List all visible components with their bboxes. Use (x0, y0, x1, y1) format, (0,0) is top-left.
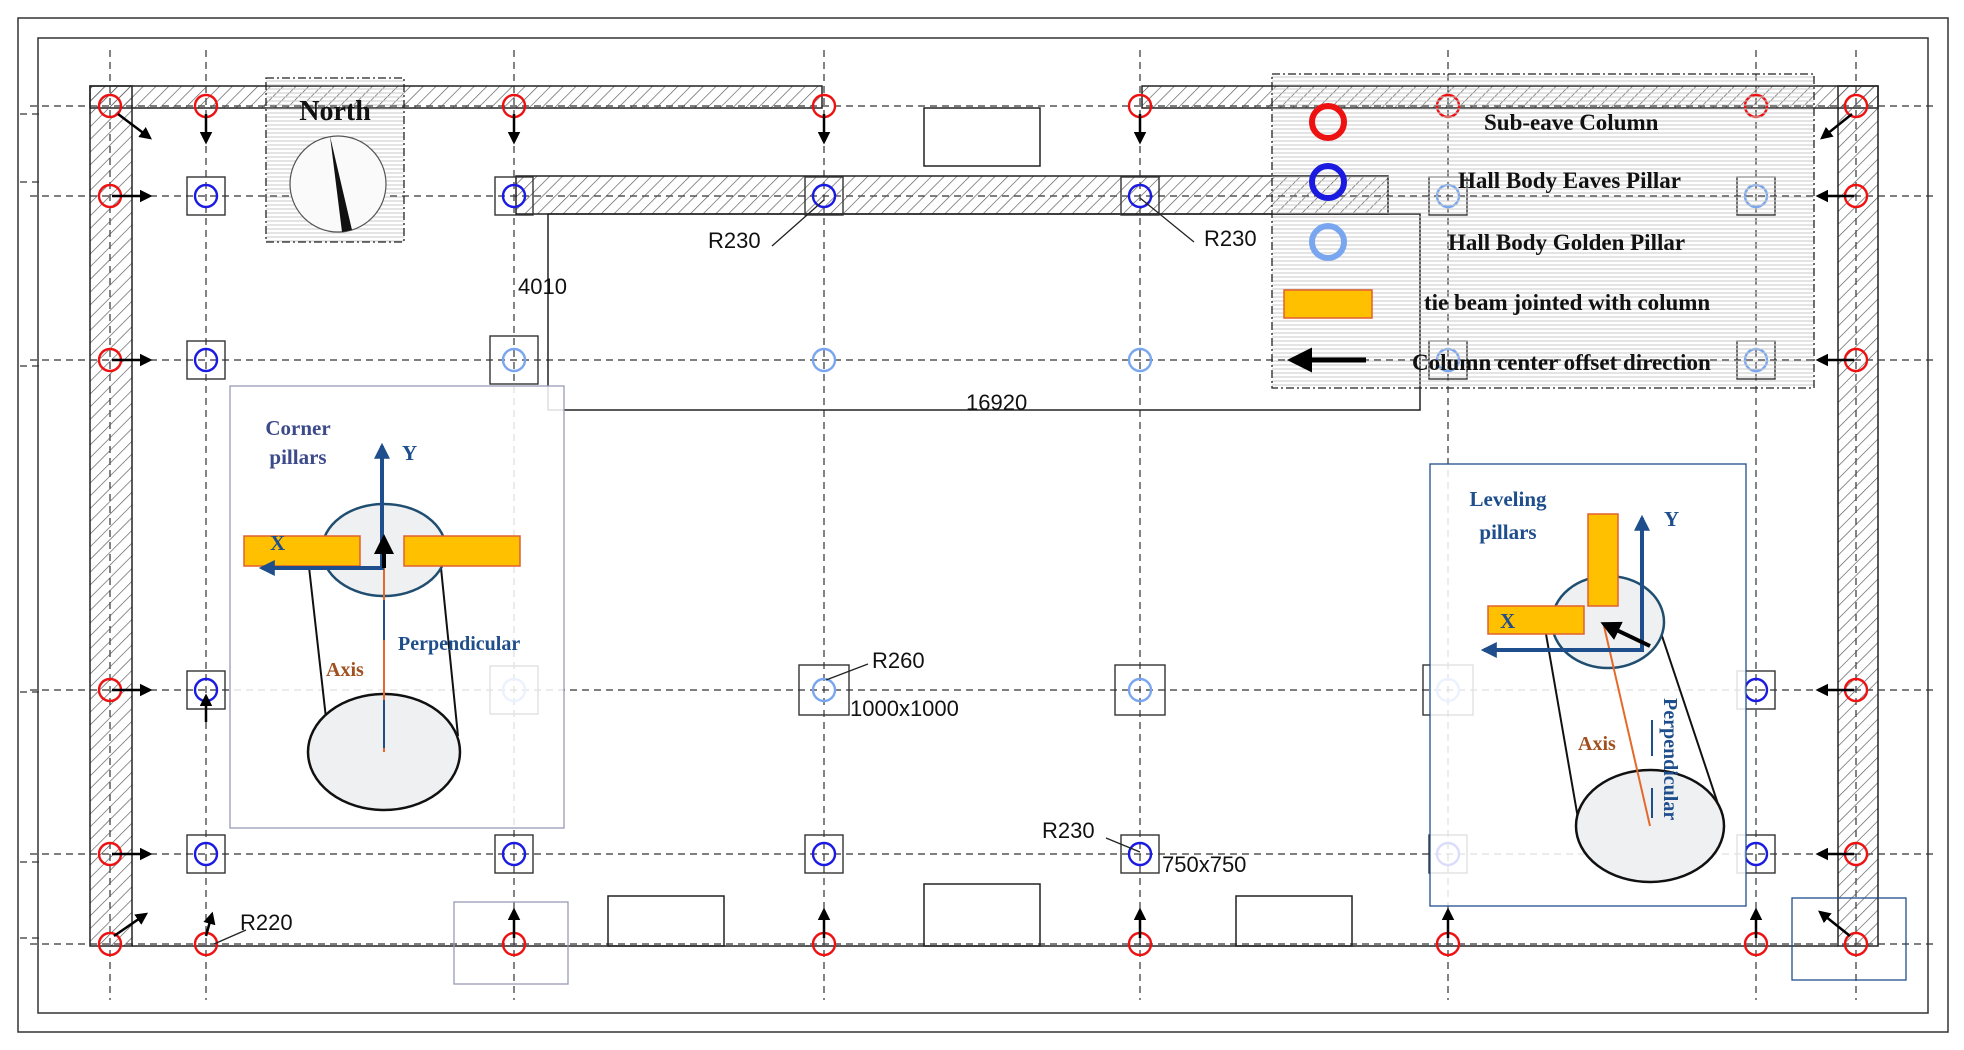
leveling-title-2: pillars (1479, 520, 1536, 544)
leveling-axis-label: Axis (1578, 733, 1616, 755)
dim-r260: R260 (872, 648, 925, 673)
floor-plan-diagram: R230 R230 4010 16920 R260 1000x1000 R230… (17, 17, 1949, 1033)
corner-title-2: pillars (269, 445, 326, 469)
dim-16920: 16920 (966, 390, 1027, 415)
legend-label-sub-eave: Sub-eave Column (1484, 110, 1659, 135)
leveling-title-1: Leveling (1470, 487, 1547, 511)
leveling-beam-vertical (1587, 513, 1619, 607)
dim-4010: 4010 (518, 274, 567, 299)
leveling-x-label: X (1500, 609, 1515, 633)
corner-perp-label: Perpendicular (398, 633, 520, 655)
legend-label-offset: Column center offset direction (1412, 350, 1711, 375)
orange-bar-icon (1283, 289, 1373, 319)
corner-x-label: X (270, 531, 285, 555)
leveling-pillars-inset: Leveling pillars Y X Axis Perpendicular (1429, 463, 1747, 907)
corner-pillars-inset: Corner pillars Y X Axis Perpendicular (229, 385, 565, 829)
highlight-boxes (453, 897, 1907, 985)
leveling-y-label: Y (1664, 507, 1679, 531)
dim-r230-b: R230 (1204, 226, 1257, 251)
legend-label-eaves: Hall Body Eaves Pillar (1458, 168, 1681, 193)
dim-r230-c: R230 (1042, 818, 1095, 843)
corner-axis-label: Axis (326, 659, 364, 681)
north-label: North (299, 96, 371, 127)
dim-1000x1000: 1000x1000 (850, 696, 959, 721)
legend-label-beam: tie beam jointed with column (1424, 290, 1710, 315)
leveling-perp-label: Perpendicular (1659, 698, 1681, 820)
corner-title-1: Corner (265, 416, 330, 440)
dim-r230-a: R230 (708, 228, 761, 253)
corner-beam-left (243, 535, 361, 567)
legend-label-golden: Hall Body Golden Pillar (1448, 230, 1685, 255)
north-compass: North (265, 77, 405, 243)
corner-y-label: Y (402, 441, 417, 465)
legend: Sub-eave Column Hall Body Eaves Pillar H… (1271, 73, 1815, 389)
corner-beam-right (403, 535, 521, 567)
dim-750x750: 750x750 (1162, 852, 1246, 877)
dim-r220: R220 (240, 910, 293, 935)
